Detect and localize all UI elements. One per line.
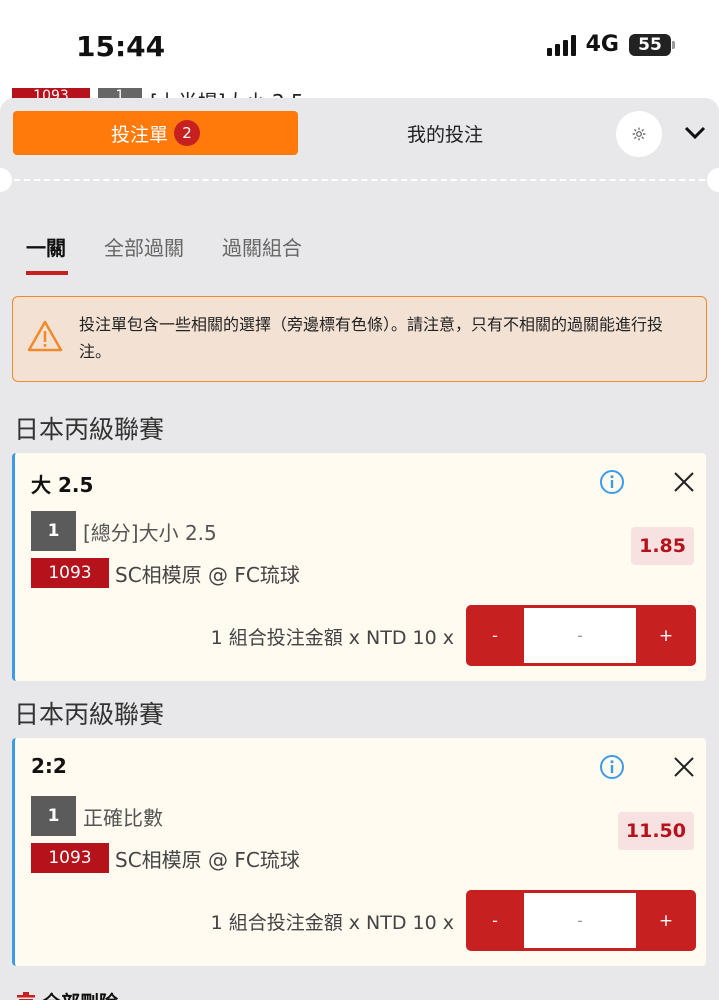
tab-all-parlay[interactable]: 全部過關	[104, 232, 184, 275]
status-time: 15:44	[76, 30, 166, 63]
delete-all-button[interactable]: 全部刪除	[16, 988, 118, 1000]
perforation-divider	[0, 168, 719, 192]
close-icon[interactable]	[669, 467, 699, 497]
league-title: 日本丙級聯賽	[14, 700, 165, 729]
match-id-tag: 1093	[31, 843, 109, 873]
delete-all-label: 全部刪除	[42, 988, 118, 1000]
stake-amount-input[interactable]: -	[524, 608, 636, 663]
league-title: 日本丙級聯賽	[14, 415, 165, 444]
close-icon[interactable]	[669, 752, 699, 782]
trash-icon	[17, 991, 35, 1000]
stake-stepper: - - +	[466, 890, 696, 951]
match-id-tag: 1093	[31, 558, 109, 588]
betslip-count-badge: 2	[174, 120, 200, 146]
status-bar: 15:44 4G 55	[0, 0, 719, 84]
collapse-button[interactable]	[678, 116, 712, 150]
bet-type-tabs: 一關 全部過關 過關組合	[26, 232, 302, 275]
match-name: SC相模原 @ FC琉球	[115, 848, 300, 872]
network-type: 4G	[585, 32, 619, 57]
selection-card: 2:2 1 正確比數 1093 SC相模原 @ FC琉球 11.50 1 組合投…	[12, 738, 706, 966]
odds-value: 11.50	[617, 812, 694, 850]
info-icon[interactable]	[599, 469, 625, 495]
market-name: 正確比數	[83, 806, 163, 830]
market-name: [總分]大小 2.5	[83, 521, 217, 545]
leg-number: 1	[31, 796, 76, 836]
chevron-down-icon	[684, 126, 706, 140]
match-name: SC相模原 @ FC琉球	[115, 563, 300, 587]
decrease-button[interactable]: -	[466, 605, 524, 666]
stake-stepper: - - +	[466, 605, 696, 666]
stake-amount-input[interactable]: -	[524, 893, 636, 948]
leg-number: 1	[31, 511, 76, 551]
decrease-button[interactable]: -	[466, 890, 524, 951]
gear-icon	[632, 127, 646, 141]
signal-icon	[546, 34, 576, 56]
settings-button[interactable]	[616, 111, 662, 157]
stake-label: 1 組合投注金額 x NTD 10 x	[210, 912, 454, 934]
selection-title: 2:2	[31, 754, 67, 778]
odds-value: 1.85	[631, 527, 694, 565]
warning-icon	[27, 320, 63, 352]
related-selection-warning: 投注單包含一些相關的選擇（旁邊標有色條）。請注意，只有不相關的過關能進行投注。	[12, 296, 707, 382]
tab-my-bets[interactable]: 我的投注	[340, 111, 550, 155]
status-indicators: 4G 55	[546, 32, 675, 57]
increase-button[interactable]: +	[636, 605, 696, 666]
betslip-sheet: 投注單 2 我的投注 一關 全部過關 過關組合 投注單包含一些相關的選擇（旁邊標…	[0, 98, 719, 1000]
selection-title: 大 2.5	[31, 473, 94, 497]
stake-label: 1 組合投注金額 x NTD 10 x	[210, 627, 454, 649]
battery-icon: 55	[629, 33, 675, 56]
tab-parlay-combo[interactable]: 過關組合	[222, 232, 302, 275]
warning-text: 投注單包含一些相關的選擇（旁邊標有色條）。請注意，只有不相關的過關能進行投注。	[79, 315, 664, 361]
tab-betslip[interactable]: 投注單 2	[13, 111, 298, 155]
tab-single[interactable]: 一關	[26, 232, 68, 275]
betslip-header: 投注單 2 我的投注	[0, 98, 719, 170]
selection-card: 大 2.5 1 [總分]大小 2.5 1093 SC相模原 @ FC琉球 1.8…	[12, 453, 706, 681]
info-icon[interactable]	[599, 754, 625, 780]
increase-button[interactable]: +	[636, 890, 696, 951]
tab-betslip-label: 投注單	[110, 123, 168, 146]
